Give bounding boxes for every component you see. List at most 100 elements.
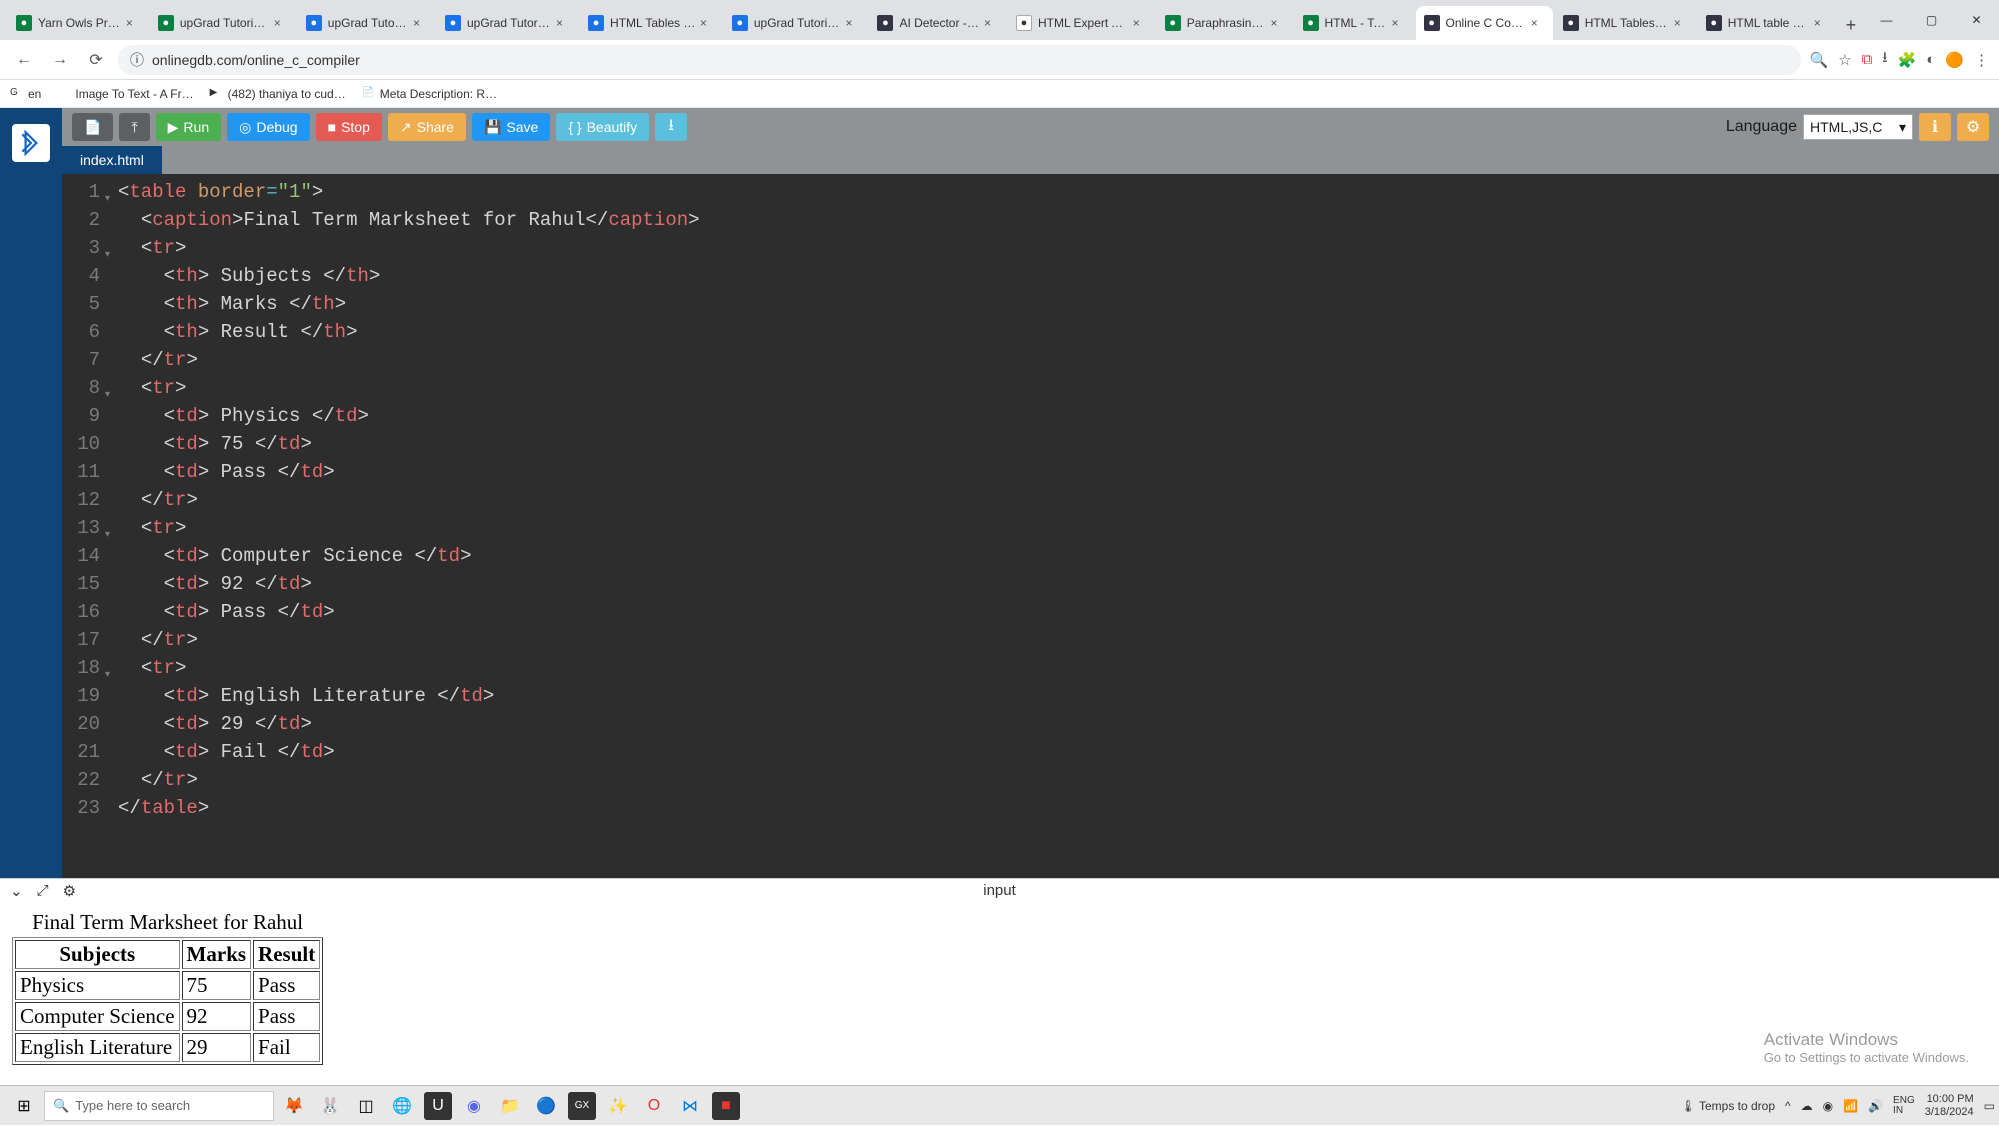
star-icon[interactable]: ☆ — [1838, 51, 1851, 69]
beautify-button[interactable]: { }Beautify — [556, 113, 649, 141]
back-button[interactable]: ← — [10, 46, 38, 74]
taskbar-opera-icon[interactable]: O — [640, 1092, 668, 1120]
download-code-button[interactable]: ⭳ — [655, 113, 687, 141]
settings-button[interactable]: ⚙ — [1957, 113, 1989, 141]
close-tab-icon[interactable]: × — [984, 16, 998, 30]
taskbar-copilot-icon[interactable]: ✨ — [604, 1092, 632, 1120]
taskbar-app-icon[interactable]: U — [424, 1092, 452, 1120]
taskbar-app2-icon[interactable]: GX — [568, 1092, 596, 1120]
target-icon: ◎ — [239, 119, 251, 136]
bookmark-item[interactable]: 📄Meta Description: R… — [362, 87, 497, 101]
language-select[interactable]: HTML,JS,C▾ — [1803, 114, 1913, 140]
taskbar-chrome-icon[interactable]: 🔵 — [532, 1092, 560, 1120]
collapse-panel-icon[interactable]: ⌄ — [10, 882, 23, 900]
close-tab-icon[interactable]: × — [413, 16, 427, 30]
taskbar-search[interactable]: 🔍 Type here to search — [44, 1091, 274, 1121]
tab-title: upGrad Tutorials - C — [180, 16, 270, 30]
code-content[interactable]: <table border="1"> <caption>Final Term M… — [110, 174, 700, 878]
start-button[interactable]: ⊞ — [4, 1086, 44, 1126]
upload-button[interactable]: ⤒ — [119, 113, 149, 141]
close-tab-icon[interactable]: × — [1531, 16, 1545, 30]
weather-widget[interactable]: 🌡 Temps to drop — [1681, 1099, 1775, 1113]
browser-tab[interactable]: ●Yarn Owls Projects× — [8, 6, 148, 40]
bookmark-item[interactable]: Image To Text - A Fr… — [57, 87, 193, 101]
close-tab-icon[interactable]: × — [700, 16, 714, 30]
tray-notifications-icon[interactable]: ▭ — [1984, 1099, 1995, 1113]
taskbar-taskview-icon[interactable]: ◫ — [352, 1092, 380, 1120]
taskbar-rabbit-icon[interactable]: 🐰 — [316, 1092, 344, 1120]
onlinegdb-logo[interactable] — [12, 124, 50, 162]
close-tab-icon[interactable]: × — [1392, 16, 1406, 30]
tray-volume-icon[interactable]: 🔊 — [1868, 1099, 1883, 1113]
taskbar-discord-icon[interactable]: ◉ — [460, 1092, 488, 1120]
profile-icon[interactable]: 🟠 — [1945, 51, 1964, 69]
taskbar-app3-icon[interactable]: ■ — [712, 1092, 740, 1120]
browser-tab[interactable]: ●HTML Tables – Tab× — [1555, 6, 1696, 40]
extensions-icon[interactable]: 🧩 — [1898, 51, 1917, 69]
save-button[interactable]: 💾Save — [472, 113, 550, 141]
help-button[interactable]: ℹ — [1919, 113, 1951, 141]
menu-icon[interactable]: ⋮ — [1974, 51, 1989, 69]
taskbar-fox-icon[interactable]: 🦊 — [280, 1092, 308, 1120]
browser-tab[interactable]: ●upGrad Tutorials: T× — [437, 6, 578, 40]
ide-toolbar: 📄 ⤒ ▶Run ◎Debug ■Stop ↗Share 💾Save { }Be… — [62, 108, 1999, 146]
debug-button[interactable]: ◎Debug — [227, 113, 309, 141]
browser-tab[interactable]: ●HTML Tables - Goo× — [580, 6, 722, 40]
browser-tab[interactable]: ●upGrad Tutorial_HT× — [724, 6, 868, 40]
close-tab-icon[interactable]: × — [556, 16, 570, 30]
close-tab-icon[interactable]: × — [1674, 16, 1688, 30]
tab-title: Online C Compiler — [1446, 16, 1527, 30]
browser-tab[interactable]: ●Paraphrasing Tool× — [1157, 6, 1293, 40]
panel-settings-icon[interactable]: ⚙ — [63, 882, 76, 900]
extension-icon[interactable]: ⧉ — [1862, 51, 1873, 68]
browser-tab[interactable]: ●HTML - Tables× — [1295, 6, 1414, 40]
panel-input-tab[interactable]: input — [983, 882, 1016, 899]
account-icon[interactable]: ◐ — [1926, 51, 1935, 68]
close-tab-icon[interactable]: × — [274, 16, 288, 30]
reload-button[interactable]: ⟳ — [82, 46, 110, 74]
taskbar-explorer-icon[interactable]: 📁 — [496, 1092, 524, 1120]
run-button[interactable]: ▶Run — [156, 113, 221, 141]
bookmark-favicon-icon — [57, 87, 71, 101]
close-tab-icon[interactable]: × — [1133, 16, 1147, 30]
bookmark-item[interactable]: ▶(482) thaniya to cud… — [210, 87, 346, 101]
browser-tab[interactable]: ●upGrad Tutorials - C× — [150, 6, 296, 40]
close-tab-icon[interactable]: × — [1814, 16, 1828, 30]
browser-tab[interactable]: ●Online C Compiler× — [1416, 6, 1553, 40]
ide-main: 📄 ⤒ ▶Run ◎Debug ■Stop ↗Share 💾Save { }Be… — [62, 108, 1999, 878]
site-info-icon[interactable]: ⓘ — [130, 50, 144, 70]
forward-button[interactable]: → — [46, 46, 74, 74]
minimize-button[interactable]: — — [1864, 0, 1909, 40]
stop-button[interactable]: ■Stop — [316, 113, 382, 141]
tray-wifi-icon[interactable]: 📶 — [1843, 1099, 1858, 1113]
share-button[interactable]: ↗Share — [388, 113, 466, 141]
bookmark-item[interactable]: Gen — [10, 87, 41, 101]
tray-onedrive-icon[interactable]: ☁ — [1801, 1099, 1813, 1113]
browser-tab[interactable]: ●AI Detector - Trust× — [869, 6, 1006, 40]
tray-clock[interactable]: 10:00 PM 3/18/2024 — [1925, 1093, 1974, 1117]
browser-tab[interactable]: ●HTML table basics× — [1698, 6, 1836, 40]
tray-lang[interactable]: ENG IN — [1893, 1096, 1915, 1116]
table-cell: Pass — [253, 971, 320, 1000]
close-window-button[interactable]: ✕ — [1954, 0, 1999, 40]
download-icon[interactable]: ⭳ — [1882, 47, 1887, 72]
maximize-button[interactable]: ▢ — [1909, 0, 1954, 40]
address-bar[interactable]: ⓘ onlinegdb.com/online_c_compiler — [118, 45, 1801, 75]
browser-tab[interactable]: ●HTML Expert Advice× — [1008, 6, 1155, 40]
close-tab-icon[interactable]: × — [845, 16, 859, 30]
language-value: HTML,JS,C — [1810, 119, 1882, 135]
close-tab-icon[interactable]: × — [126, 16, 140, 30]
new-tab-button[interactable]: + — [1838, 10, 1864, 40]
zoom-icon[interactable]: 🔍 — [1809, 51, 1828, 69]
file-tab-active[interactable]: index.html — [62, 146, 162, 174]
tray-chevron-icon[interactable]: ^ — [1785, 1099, 1791, 1113]
taskbar-vscode-icon[interactable]: ⋈ — [676, 1092, 704, 1120]
gear-icon: ⚙ — [1966, 117, 1980, 137]
browser-tab[interactable]: ●upGrad Tutorial_H× — [298, 6, 435, 40]
expand-panel-icon[interactable]: ⤢ — [37, 882, 49, 899]
code-editor[interactable]: 1234567891011121314151617181920212223 <t… — [62, 174, 1999, 878]
taskbar-edge-icon[interactable]: 🌐 — [388, 1092, 416, 1120]
new-file-button[interactable]: 📄 — [72, 113, 113, 141]
tray-meet-icon[interactable]: ◉ — [1823, 1099, 1833, 1113]
close-tab-icon[interactable]: × — [1271, 16, 1285, 30]
